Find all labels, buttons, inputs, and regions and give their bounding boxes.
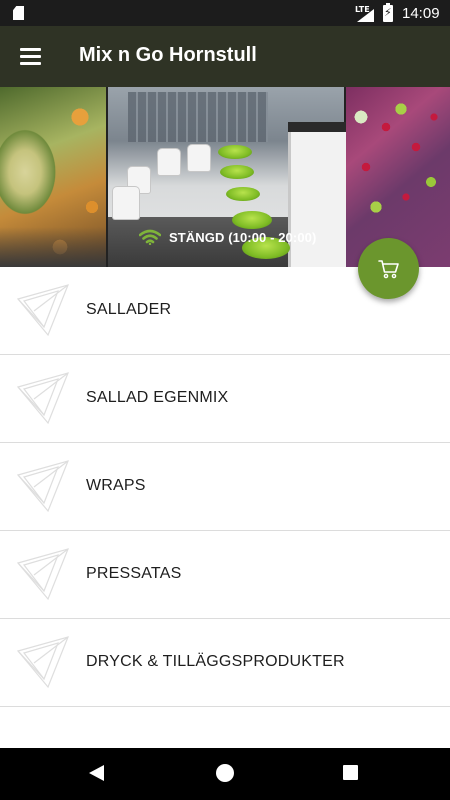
status-bar: LTE ⚡ 14:09 <box>0 0 450 26</box>
cart-button[interactable] <box>358 238 419 299</box>
brand-logo-icon <box>16 636 70 689</box>
category-label: SALLAD EGENMIX <box>86 389 229 406</box>
wifi-icon <box>139 229 161 245</box>
clock: 14:09 <box>402 5 440 22</box>
category-list: SALLADER SALLAD EGENMIX WRAPS PRESSATAS <box>0 267 450 707</box>
category-item-wraps[interactable]: WRAPS <box>0 443 450 531</box>
back-icon[interactable] <box>89 765 104 781</box>
category-item-pressatas[interactable]: PRESSATAS <box>0 531 450 619</box>
category-item-sallad-egenmix[interactable]: SALLAD EGENMIX <box>0 355 450 443</box>
brand-logo-icon <box>16 548 70 601</box>
hamburger-menu-icon[interactable] <box>20 48 41 65</box>
salad-photo-left <box>0 87 106 267</box>
category-label: PRESSATAS <box>86 565 182 582</box>
shopping-cart-icon <box>377 259 399 278</box>
category-item-dryck[interactable]: DRYCK & TILLÄGGSPRODUKTER <box>0 619 450 707</box>
network-type: LTE <box>355 5 370 14</box>
home-icon[interactable] <box>216 764 234 782</box>
sd-card-icon <box>13 6 24 20</box>
brand-logo-icon <box>16 372 70 425</box>
battery-charging-icon: ⚡ <box>383 3 393 22</box>
category-label: WRAPS <box>86 477 146 494</box>
category-label: SALLADER <box>86 301 172 318</box>
system-nav-bar <box>0 748 450 800</box>
category-label: DRYCK & TILLÄGGSPRODUKTER <box>86 653 345 670</box>
opening-status: STÄNGD (10:00 - 20:00) <box>139 229 316 245</box>
app-bar: Mix n Go Hornstull <box>0 26 450 87</box>
brand-logo-icon <box>16 460 70 513</box>
opening-hours-text: STÄNGD (10:00 - 20:00) <box>169 229 317 245</box>
recent-apps-icon[interactable] <box>343 765 358 780</box>
page-title: Mix n Go Hornstull <box>79 44 257 66</box>
brand-logo-icon <box>16 284 70 337</box>
